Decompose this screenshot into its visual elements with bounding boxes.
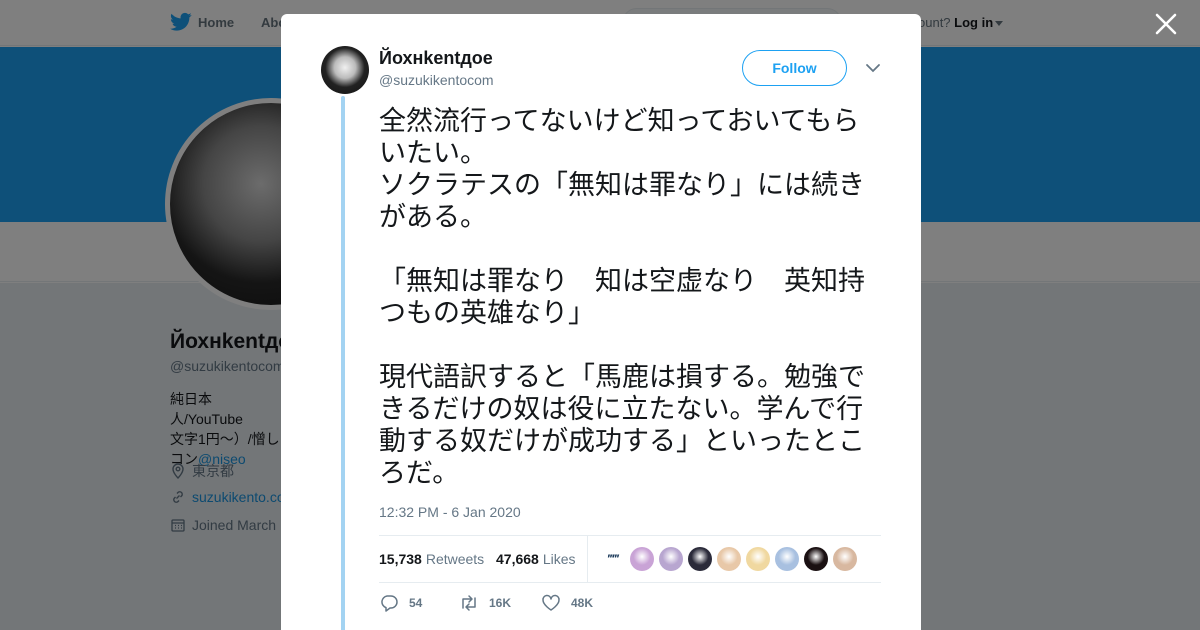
liker-avatar[interactable] [688, 547, 712, 571]
close-icon[interactable] [1154, 12, 1178, 36]
liker-avatar[interactable] [833, 547, 857, 571]
author-avatar[interactable] [321, 46, 369, 94]
retweets-label: Retweets [425, 551, 485, 567]
thread-line [341, 96, 345, 630]
retweet-count: 16K [489, 596, 512, 610]
follow-button[interactable]: Follow [742, 50, 847, 86]
reply-icon [381, 595, 398, 612]
tweet-timestamp[interactable]: 12:32 PM - 6 Jan 2020 [379, 504, 521, 520]
tweet-stats: 15,738 Retweets 47,668 Likes ‴‴ [379, 535, 881, 583]
author-name[interactable]: Йохнkentдое [379, 48, 493, 69]
heart-icon [542, 594, 560, 611]
likers-avatars: ‴‴ [601, 547, 857, 571]
reply-count: 54 [409, 596, 423, 610]
author-handle[interactable]: @suzukikentocom [379, 72, 494, 88]
chevron-down-icon[interactable] [865, 62, 881, 74]
stats-divider [587, 536, 588, 582]
liker-avatar[interactable] [717, 547, 741, 571]
liker-dots-icon[interactable]: ‴‴ [601, 547, 625, 571]
likes-count: 47,668 [496, 551, 539, 567]
like-button[interactable]: 48K [541, 594, 593, 612]
tweet-actions: 54 16K 48K [379, 594, 779, 614]
liker-avatar[interactable] [630, 547, 654, 571]
retweet-button[interactable]: 16K [459, 594, 511, 612]
liker-avatar[interactable] [746, 547, 770, 571]
reply-button[interactable]: 54 [379, 594, 422, 612]
like-count: 48K [571, 596, 594, 610]
retweets-count: 15,738 [379, 551, 422, 567]
liker-avatar[interactable] [804, 547, 828, 571]
tweet-modal: Йохнkentдое @suzukikentocom Follow 全然流行っ… [281, 14, 921, 630]
retweets-stat[interactable]: 15,738 Retweets [379, 551, 484, 567]
tweet-text: 全然流行ってないけど知っておいてもらいたい。 ソクラテスの「無知は罪なり」には続… [379, 106, 865, 489]
likes-label: Likes [542, 551, 576, 567]
likes-stat[interactable]: 47,668 Likes [496, 551, 576, 567]
liker-avatar[interactable] [775, 547, 799, 571]
liker-avatar[interactable] [659, 547, 683, 571]
retweet-icon [462, 595, 476, 611]
